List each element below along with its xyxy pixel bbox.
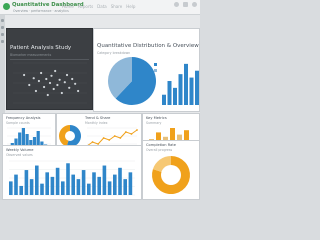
distribution-bar <box>178 74 183 105</box>
scatter-point <box>40 71 43 75</box>
distribution-bar <box>173 87 177 105</box>
top-actions <box>174 2 197 7</box>
scatter-point <box>63 81 66 84</box>
trend-donut-hole <box>65 131 75 141</box>
bottom-bars-chart <box>9 160 135 196</box>
top-nav: Home Reports Data Share Help <box>62 4 135 9</box>
app-subtitle: Overview · performance · analytics <box>13 8 69 13</box>
top-bar: Quantitative Dashboard Overview · perfor… <box>0 0 200 15</box>
bottom-bar <box>118 167 122 195</box>
distribution-bar <box>184 63 188 105</box>
bottom-bar <box>61 181 65 195</box>
distribution-panel: Quantitative Distribution & Overview Cat… <box>93 28 200 112</box>
distribution-bar <box>189 77 194 105</box>
legend-swatch-a <box>154 63 157 66</box>
scatter-point <box>23 73 26 77</box>
trend-point <box>119 137 122 139</box>
bottom-bar <box>128 172 133 195</box>
distribution-chart <box>108 57 199 105</box>
nav-item-help[interactable]: Help <box>126 4 135 9</box>
dashboard-screen: Quantitative Dashboard Overview · perfor… <box>0 0 200 200</box>
bottom-bar <box>24 170 29 195</box>
scatter-point <box>46 93 49 97</box>
nav-item-data[interactable]: Data <box>97 4 107 9</box>
bottom-bar <box>97 176 101 195</box>
scatter-point <box>56 83 59 87</box>
bottom-bar <box>66 163 70 195</box>
sidebar-table-icon[interactable] <box>1 33 4 36</box>
bottom-bar <box>40 183 44 195</box>
scatter-point <box>68 86 71 89</box>
trend-point <box>108 139 111 141</box>
bottom-bar <box>107 181 112 195</box>
bottom-bar <box>9 181 13 195</box>
distribution-bar <box>167 81 172 105</box>
nav-item-home[interactable]: Home <box>62 4 74 9</box>
bottom-bar <box>102 165 107 195</box>
bottom-bar <box>123 179 127 195</box>
nav-item-share[interactable]: Share <box>111 4 123 9</box>
scatter-point <box>37 79 40 83</box>
completion-donut-chart <box>152 156 190 194</box>
sidebar-settings-icon[interactable] <box>1 40 4 43</box>
trend-line <box>86 129 138 147</box>
scatter-point <box>52 87 55 91</box>
trend-point <box>113 135 116 137</box>
bottom-bar <box>76 179 81 195</box>
trend-point <box>91 141 94 143</box>
nav-item-reports[interactable]: Reports <box>78 4 93 9</box>
scatter-point <box>60 91 63 95</box>
bottom-bar <box>45 172 49 195</box>
settings-icon[interactable] <box>183 2 188 7</box>
scatter-point <box>45 77 48 81</box>
scatter-panel: Patient Analysis Study Biomarker measure… <box>6 28 93 110</box>
completion-donut-hole <box>161 165 181 185</box>
bottom-bar <box>14 174 18 195</box>
trend-point <box>130 133 133 135</box>
scatter-point <box>48 81 52 85</box>
scatter-point <box>50 74 53 77</box>
scatter-point <box>74 82 77 85</box>
scatter-point <box>71 77 74 81</box>
bottom-bar <box>71 174 75 195</box>
app-logo[interactable] <box>3 3 10 10</box>
trend-point <box>136 129 138 131</box>
sidebar-home-icon[interactable] <box>1 19 4 22</box>
bottom-bar <box>50 176 55 195</box>
user-avatar[interactable] <box>192 2 197 7</box>
scatter-point <box>34 89 38 93</box>
scatter-point <box>65 73 69 77</box>
bottom-bar <box>87 183 91 195</box>
distribution-bar <box>162 94 166 105</box>
bottom-bar <box>113 174 117 195</box>
bottom-bar <box>92 172 96 195</box>
sidebar-chart-icon[interactable] <box>1 26 4 29</box>
trend-point <box>124 131 127 133</box>
scatter-point <box>28 83 31 87</box>
scatter-point <box>58 78 61 81</box>
scatter-point <box>54 69 57 73</box>
legend-swatch-b <box>154 69 157 72</box>
bottom-bar <box>29 179 34 195</box>
search-icon[interactable] <box>174 2 179 7</box>
scatter-chart <box>13 62 87 104</box>
scatter-point <box>32 77 35 80</box>
bottom-bar <box>55 167 60 195</box>
scatter-point <box>77 89 80 93</box>
scatter-point <box>42 85 46 89</box>
bottom-bars-panel: Weekly Volume Observed values <box>2 145 142 200</box>
trend-point <box>102 137 105 139</box>
distribution-bar <box>195 70 199 105</box>
donut-panel: Completion Rate Overall progress <box>142 140 200 200</box>
bottom-bar <box>35 165 39 195</box>
bottom-bar <box>81 170 86 195</box>
bottom-bar <box>19 185 23 195</box>
